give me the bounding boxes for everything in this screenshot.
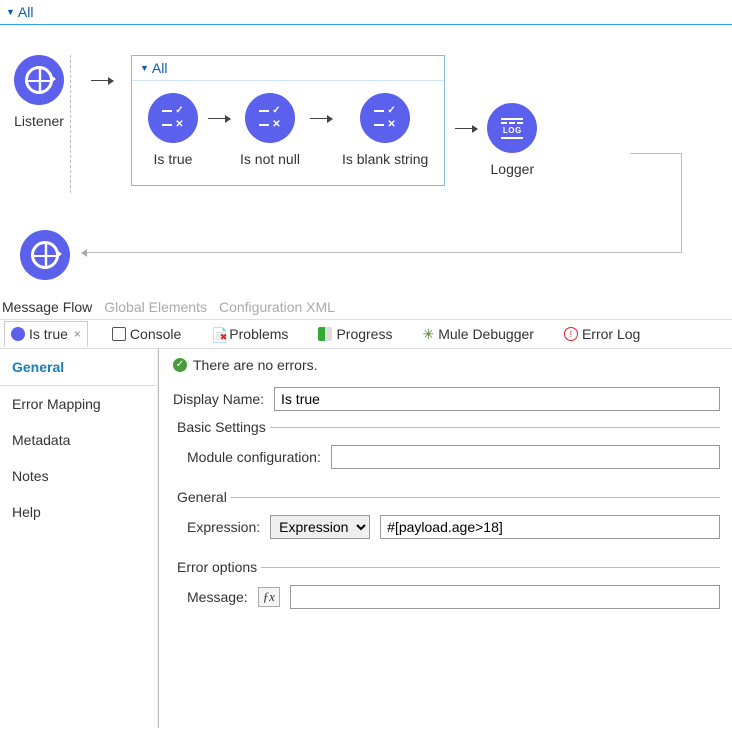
http-listener-icon bbox=[20, 230, 70, 280]
console-icon bbox=[112, 327, 126, 341]
listener-label: Listener bbox=[14, 113, 64, 129]
return-arrow bbox=[681, 153, 682, 253]
tab-label: Progress bbox=[336, 326, 392, 342]
source-divider bbox=[70, 55, 71, 193]
basic-settings-group: Basic Settings Module configuration: bbox=[173, 419, 720, 481]
tab-console[interactable]: Console bbox=[106, 322, 187, 346]
tab-message-flow[interactable]: Message Flow bbox=[2, 299, 92, 315]
properties-view-tabs: Is true × Console 📄 Problems Progress ✳ … bbox=[0, 319, 732, 349]
problems-icon: 📄 bbox=[211, 327, 225, 341]
return-arrow bbox=[82, 252, 682, 253]
logger-node[interactable]: LOG Logger bbox=[487, 103, 537, 177]
outer-scope-header[interactable]: ▼ All bbox=[0, 0, 732, 25]
fx-toggle-icon[interactable]: ƒx bbox=[258, 587, 280, 607]
is-not-null-node[interactable]: ✓ ✕ Is not null bbox=[240, 93, 300, 167]
properties-body: General Error Mapping Metadata Notes Hel… bbox=[0, 349, 732, 728]
sidebar-item-metadata[interactable]: Metadata bbox=[0, 422, 157, 458]
tab-progress[interactable]: Progress bbox=[312, 322, 398, 346]
general-legend: General bbox=[173, 489, 231, 505]
validation-icon: ✓ ✕ bbox=[360, 93, 410, 143]
properties-sidebar: General Error Mapping Metadata Notes Hel… bbox=[0, 349, 159, 728]
module-config-label: Module configuration: bbox=[187, 449, 321, 465]
is-not-null-label: Is not null bbox=[240, 151, 300, 167]
expression-label: Expression: bbox=[187, 519, 260, 535]
tab-problems[interactable]: 📄 Problems bbox=[205, 322, 294, 346]
return-arrow bbox=[630, 153, 682, 154]
close-icon[interactable]: × bbox=[74, 327, 81, 341]
module-config-input[interactable] bbox=[331, 445, 720, 469]
is-blank-string-node[interactable]: ✓ ✕ Is blank string bbox=[342, 93, 428, 167]
properties-form: ✓ There are no errors. Display Name: Bas… bbox=[159, 349, 732, 728]
error-options-group: Error options Message: ƒx bbox=[173, 559, 720, 621]
expression-input[interactable] bbox=[380, 515, 720, 539]
tab-label: Mule Debugger bbox=[438, 326, 534, 342]
is-true-label: Is true bbox=[154, 151, 193, 167]
outer-scope-label: All bbox=[18, 4, 34, 20]
http-listener-icon bbox=[14, 55, 64, 105]
is-blank-string-label: Is blank string bbox=[342, 151, 428, 167]
basic-settings-legend: Basic Settings bbox=[173, 419, 270, 435]
message-label: Message: bbox=[187, 589, 248, 605]
expression-row: Expression: Expression bbox=[173, 515, 720, 539]
flow-row: Listener ▼ All ✓ ✕ Is true bbox=[14, 55, 537, 193]
editor-view-tabs: Message Flow Global Elements Configurati… bbox=[0, 295, 732, 319]
message-row: Message: ƒx bbox=[173, 585, 720, 609]
validation-icon: ✓ ✕ bbox=[245, 93, 295, 143]
tab-label: Problems bbox=[229, 326, 288, 342]
is-true-node[interactable]: ✓ ✕ Is true bbox=[148, 93, 198, 167]
collapse-icon[interactable]: ▼ bbox=[6, 7, 15, 17]
status-row: ✓ There are no errors. bbox=[173, 357, 720, 373]
display-name-row: Display Name: bbox=[173, 387, 720, 411]
arrow-icon bbox=[208, 93, 230, 143]
tab-mule-debugger[interactable]: ✳ Mule Debugger bbox=[416, 322, 539, 347]
display-name-label: Display Name: bbox=[173, 391, 264, 407]
inner-all-scope[interactable]: ▼ All ✓ ✕ Is true bbox=[131, 55, 445, 186]
arrow-icon bbox=[91, 55, 113, 105]
tab-error-log[interactable]: ! Error Log bbox=[558, 322, 646, 346]
tab-label: Is true bbox=[29, 326, 68, 342]
arrow-icon bbox=[310, 93, 332, 143]
tab-label: Error Log bbox=[582, 326, 640, 342]
bug-icon: ✳ bbox=[422, 326, 434, 343]
sidebar-item-notes[interactable]: Notes bbox=[0, 458, 157, 494]
sidebar-item-general[interactable]: General bbox=[0, 349, 157, 386]
inner-scope-label: All bbox=[152, 60, 168, 76]
module-config-row: Module configuration: bbox=[173, 445, 720, 469]
validation-icon bbox=[11, 327, 25, 341]
flow-canvas[interactable]: ▼ All Listener ▼ All ✓ bbox=[0, 0, 732, 295]
logger-icon: LOG bbox=[487, 103, 537, 153]
tab-is-true[interactable]: Is true × bbox=[4, 321, 88, 347]
arrow-icon bbox=[455, 103, 477, 153]
logger-label: Logger bbox=[491, 161, 535, 177]
expression-mode-select[interactable]: Expression bbox=[270, 515, 370, 539]
collapse-icon[interactable]: ▼ bbox=[140, 63, 149, 73]
validation-icon: ✓ ✕ bbox=[148, 93, 198, 143]
general-group: General Expression: Expression bbox=[173, 489, 720, 551]
display-name-input[interactable] bbox=[274, 387, 720, 411]
message-input[interactable] bbox=[290, 585, 720, 609]
tab-configuration-xml[interactable]: Configuration XML bbox=[219, 299, 335, 315]
ok-icon: ✓ bbox=[173, 358, 187, 372]
inner-scope-header[interactable]: ▼ All bbox=[132, 56, 444, 81]
sidebar-item-help[interactable]: Help bbox=[0, 494, 157, 530]
progress-icon bbox=[318, 327, 332, 341]
listener-node[interactable]: Listener bbox=[14, 55, 64, 129]
tab-global-elements[interactable]: Global Elements bbox=[104, 299, 207, 315]
inner-scope-body: ✓ ✕ Is true ✓ ✕ Is not null bbox=[132, 81, 444, 185]
error-icon: ! bbox=[564, 327, 578, 341]
tab-label: Console bbox=[130, 326, 181, 342]
error-options-legend: Error options bbox=[173, 559, 261, 575]
status-text: There are no errors. bbox=[193, 357, 318, 373]
response-node[interactable] bbox=[20, 230, 70, 280]
sidebar-item-error-mapping[interactable]: Error Mapping bbox=[0, 386, 157, 422]
